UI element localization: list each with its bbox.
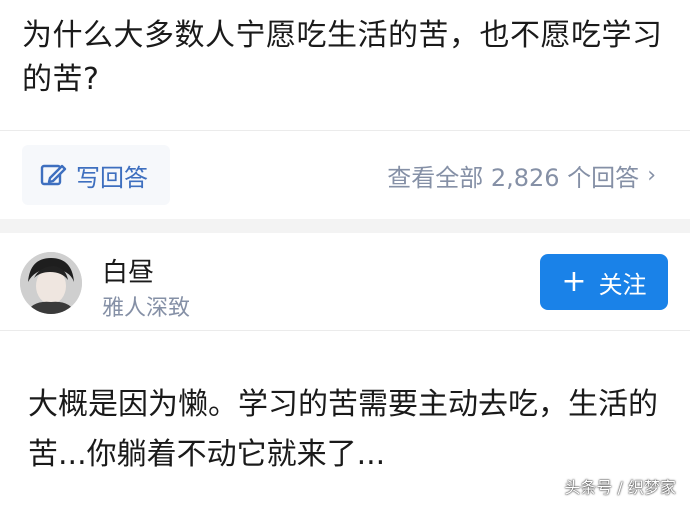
view-all-label: 查看全部 2,826 个回答 (387, 164, 640, 192)
answer-content[interactable]: 大概是因为懒。学习的苦需要主动去吃，生活的苦...你躺着不动它就来了... (28, 380, 668, 480)
divider (0, 330, 690, 331)
view-all-answers-link[interactable]: 查看全部 2,826 个回答 › (387, 158, 656, 193)
chevron-right-icon: › (647, 163, 656, 188)
write-answer-label: 写回答 (76, 163, 148, 192)
divider (0, 130, 690, 131)
follow-label: 关注 (598, 270, 647, 299)
edit-icon (40, 164, 67, 186)
author-name[interactable]: 白昼 (102, 252, 154, 289)
write-answer-button[interactable]: 写回答 (22, 145, 170, 205)
avatar[interactable] (20, 252, 82, 314)
avatar-image (20, 252, 82, 314)
watermark: 头条号 / 织梦家 (564, 478, 676, 497)
section-separator (0, 219, 690, 233)
plus-icon: + (561, 264, 587, 299)
author-bio: 雅人深致 (102, 296, 191, 321)
follow-button[interactable]: + 关注 (540, 254, 668, 310)
question-title: 为什么大多数人宁愿吃生活的苦，也不愿吃学习的苦? (22, 18, 663, 97)
